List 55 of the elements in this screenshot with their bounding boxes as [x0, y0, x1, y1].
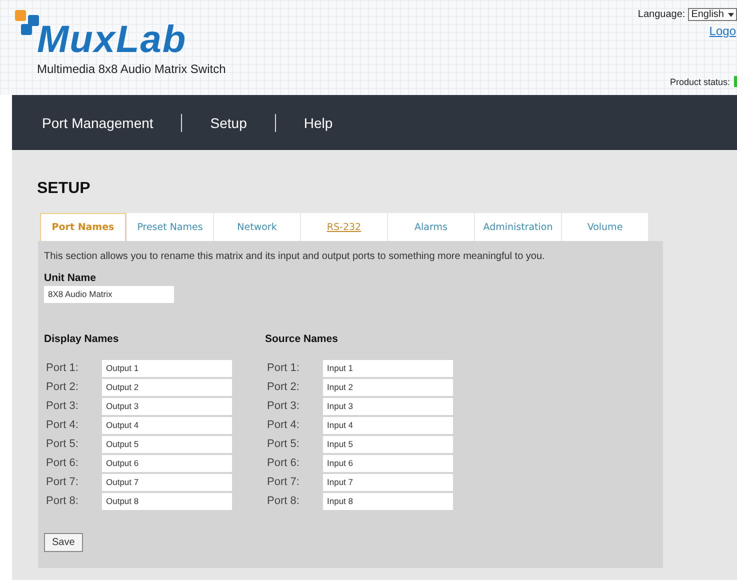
- port-name-field[interactable]: Output 8: [102, 492, 232, 510]
- nav-link[interactable]: Port Management: [42, 114, 166, 130]
- column-title: Display Names: [44, 332, 120, 344]
- language-select[interactable]: English: [688, 8, 737, 21]
- tab[interactable]: Network: [214, 213, 300, 241]
- caret-icon: [728, 12, 734, 18]
- port-name-field[interactable]: Output 5: [102, 436, 232, 452]
- port-label: Port 4:: [45, 419, 80, 431]
- language-label: Language:: [638, 9, 686, 20]
- port-name-field[interactable]: Input 7: [323, 474, 453, 490]
- port-name-field[interactable]: Output 7: [102, 474, 232, 490]
- page-title: SETUP: [37, 180, 92, 198]
- port-name-field[interactable]: Input 3: [323, 398, 453, 414]
- port-label: Port 1:: [45, 362, 80, 374]
- port-label: Port 2:: [45, 381, 80, 393]
- product-subtitle: Multimedia 8x8 Audio Matrix Switch: [37, 62, 226, 76]
- unit-name-field[interactable]: 8X8 Audio Matrix: [44, 286, 174, 302]
- port-label: Port 8:: [266, 495, 300, 507]
- port-label: Port 3:: [45, 400, 80, 412]
- status-indicator: [734, 76, 737, 87]
- port-label: Port 5:: [266, 438, 300, 450]
- port-label: Port 4:: [266, 419, 300, 431]
- port-name-field[interactable]: Input 1: [323, 360, 453, 376]
- logout-link[interactable]: Logo: [709, 24, 736, 38]
- save-button[interactable]: Save: [44, 532, 83, 552]
- port-name-field[interactable]: Output 6: [102, 454, 232, 472]
- tab[interactable]: Preset Names: [127, 213, 213, 241]
- port-name-field[interactable]: Input 4: [323, 416, 453, 434]
- port-label: Port 7:: [266, 476, 300, 488]
- port-label: Port 3:: [266, 400, 300, 412]
- port-name-field[interactable]: Output 4: [102, 416, 232, 434]
- nav-link[interactable]: Setup: [198, 114, 259, 130]
- product-status-label: Product status:: [670, 76, 730, 86]
- port-label: Port 6:: [45, 457, 80, 469]
- port-name-field[interactable]: Output 2: [102, 378, 232, 396]
- port-name-field[interactable]: Input 6: [323, 454, 453, 472]
- port-label: Port 8:: [45, 495, 80, 507]
- section-description: This section allows you to rename this matrix and its input and output ports to something more meaningful to you.: [44, 251, 546, 262]
- port-name-field[interactable]: Input 2: [323, 378, 453, 396]
- unit-name-label: Unit Name: [44, 272, 97, 284]
- port-name-field[interactable]: Input 8: [323, 492, 453, 510]
- port-label: Port 2:: [266, 381, 300, 393]
- nav-link[interactable]: Help: [292, 114, 345, 130]
- port-name-field[interactable]: Output 1: [102, 360, 232, 376]
- port-label: Port 1:: [266, 362, 300, 374]
- tab[interactable]: Volume: [562, 213, 648, 241]
- port-label: Port 5:: [45, 438, 80, 450]
- column-title: Source Names: [265, 332, 339, 344]
- tab[interactable]: Administration: [475, 213, 561, 241]
- brand-logo: MuxLab: [37, 20, 187, 60]
- port-name-field[interactable]: Input 5: [323, 436, 453, 452]
- port-name-field[interactable]: Output 3: [102, 398, 232, 414]
- port-label: Port 7:: [45, 476, 80, 488]
- tab[interactable]: Alarms: [388, 213, 474, 241]
- port-label: Port 6:: [266, 457, 300, 469]
